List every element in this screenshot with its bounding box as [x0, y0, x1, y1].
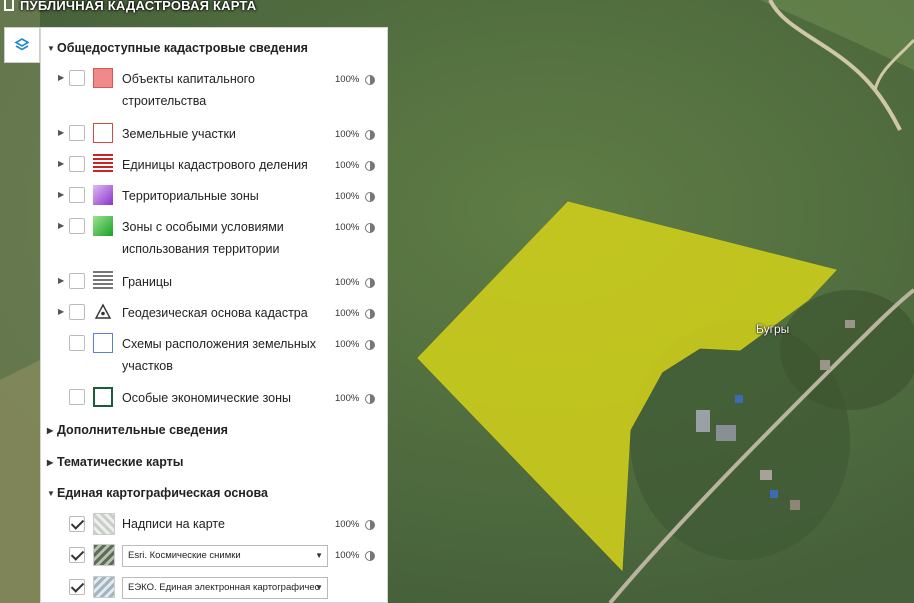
layer-checkbox[interactable]	[69, 187, 85, 203]
opacity-value: 100%	[335, 550, 360, 561]
layer-label: Объекты капитального строительства	[122, 72, 255, 108]
layer-checkbox[interactable]	[69, 547, 85, 563]
layer-row-special-zones: ▶ Зоны с особыми условиями использования…	[41, 216, 387, 260]
layer-checkbox[interactable]	[69, 516, 85, 532]
expand-arrow-icon[interactable]: ▶	[58, 221, 64, 230]
layer-row-capital-construction: ▶ Объекты капитального строительства 100…	[41, 68, 387, 112]
opacity-icon[interactable]	[365, 520, 375, 530]
opacity-icon[interactable]	[365, 394, 375, 404]
layer-row-eeko: ЕЭКО. Единая электронная картографичес ▼	[41, 576, 387, 600]
layer-label: Земельные участки	[122, 127, 236, 141]
layer-label: Схемы расположения земельных участков	[122, 337, 317, 373]
cadastral-division-icon	[93, 154, 113, 174]
opacity-icon[interactable]	[365, 130, 375, 140]
expand-arrow-icon[interactable]: ▶	[58, 190, 64, 199]
map-labels-icon	[93, 513, 115, 535]
layer-label: Зоны с особыми условиями использования т…	[122, 220, 284, 256]
opacity-value: 100%	[335, 308, 360, 319]
expand-arrow-icon[interactable]: ▶	[58, 276, 64, 285]
layer-label: Надписи на карте	[122, 517, 225, 531]
layer-row-territorial-zones: ▶ Территориальные зоны 100%	[41, 185, 387, 207]
borders-icon	[93, 271, 113, 291]
section-base-map[interactable]: ▼ Единая картографическая основа	[47, 486, 268, 500]
layers-button[interactable]	[4, 27, 40, 63]
layer-checkbox[interactable]	[69, 579, 85, 595]
layer-checkbox[interactable]	[69, 273, 85, 289]
layer-checkbox[interactable]	[69, 70, 85, 86]
section-public-cadastral[interactable]: ▼ Общедоступные кадастровые сведения	[47, 41, 308, 55]
opacity-value: 100%	[335, 191, 360, 202]
caret-down-icon: ▼	[47, 44, 55, 53]
layer-row-layout-schemes: Схемы расположения земельных участков 10…	[41, 333, 387, 377]
opacity-icon[interactable]	[365, 551, 375, 561]
opacity-value: 100%	[335, 222, 360, 233]
geodetic-icon	[93, 302, 113, 322]
app-title-text: ПУБЛИЧНАЯ КАДАСТРОВАЯ КАРТА	[20, 0, 257, 13]
layer-row-satellite: Esri. Космические снимки ▼ 100%	[41, 544, 387, 568]
opacity-value: 100%	[335, 339, 360, 350]
special-zones-icon	[93, 216, 113, 236]
opacity-value: 100%	[335, 129, 360, 140]
opacity-icon[interactable]	[365, 309, 375, 319]
chevron-down-icon: ▼	[315, 551, 323, 560]
layer-label: Территориальные зоны	[122, 189, 259, 203]
layer-checkbox[interactable]	[69, 218, 85, 234]
layer-checkbox[interactable]	[69, 156, 85, 172]
basemap-select-eeko[interactable]: ЕЭКО. Единая электронная картографичес ▼	[122, 577, 328, 599]
caret-right-icon: ▶	[47, 426, 54, 435]
basemap-select-satellite[interactable]: Esri. Космические снимки ▼	[122, 545, 328, 567]
layer-checkbox[interactable]	[69, 304, 85, 320]
layers-icon	[14, 38, 30, 51]
layer-row-borders: ▶ Границы 100%	[41, 271, 387, 293]
opacity-icon[interactable]	[365, 161, 375, 171]
opacity-icon[interactable]	[365, 75, 375, 85]
layer-label: Границы	[122, 275, 172, 289]
layer-row-map-labels: Надписи на карте 100%	[41, 513, 387, 535]
section-thematic-maps[interactable]: ▶ Тематические карты	[47, 455, 183, 469]
layer-label: Единицы кадастрового деления	[122, 158, 308, 172]
layer-checkbox[interactable]	[69, 125, 85, 141]
opacity-icon[interactable]	[365, 278, 375, 288]
logo-icon	[4, 0, 14, 11]
layer-label: Особые экономические зоны	[122, 391, 292, 405]
expand-arrow-icon[interactable]: ▶	[58, 307, 64, 316]
layer-label: Геодезическая основа кадастра	[122, 306, 308, 320]
economic-zones-icon	[93, 387, 113, 407]
opacity-icon[interactable]	[365, 340, 375, 350]
opacity-value: 100%	[335, 393, 360, 404]
layer-row-economic-zones: Особые экономические зоны 100%	[41, 387, 387, 409]
opacity-icon[interactable]	[365, 223, 375, 233]
layout-schemes-icon	[93, 333, 113, 353]
layer-row-geodetic: ▶ Геодезическая основа кадастра 100%	[41, 302, 387, 324]
land-plots-icon	[93, 123, 113, 143]
capital-construction-icon	[93, 68, 113, 88]
layer-checkbox[interactable]	[69, 335, 85, 351]
layer-row-land-plots: ▶ Земельные участки 100%	[41, 123, 387, 145]
map-place-label: Бугры	[756, 322, 790, 336]
satellite-icon	[93, 544, 115, 566]
layers-panel: ▼ Общедоступные кадастровые сведения ▶ Об…	[40, 27, 388, 603]
caret-right-icon: ▶	[47, 458, 54, 467]
opacity-value: 100%	[335, 519, 360, 530]
section-additional-info[interactable]: ▶ Дополнительные сведения	[47, 423, 228, 437]
caret-down-icon: ▼	[47, 489, 55, 498]
territorial-zones-icon	[93, 185, 113, 205]
opacity-value: 100%	[335, 160, 360, 171]
app-title: ПУБЛИЧНАЯ КАДАСТРОВАЯ КАРТА	[4, 0, 256, 18]
expand-arrow-icon[interactable]: ▶	[58, 73, 64, 82]
eeko-icon	[93, 576, 115, 598]
layer-row-cadastral-division: ▶ Единицы кадастрового деления 100%	[41, 154, 387, 176]
opacity-value: 100%	[335, 74, 360, 85]
layer-checkbox[interactable]	[69, 389, 85, 405]
expand-arrow-icon[interactable]: ▶	[58, 159, 64, 168]
chevron-down-icon: ▼	[315, 583, 323, 592]
opacity-value: 100%	[335, 277, 360, 288]
opacity-icon[interactable]	[365, 192, 375, 202]
expand-arrow-icon[interactable]: ▶	[58, 128, 64, 137]
